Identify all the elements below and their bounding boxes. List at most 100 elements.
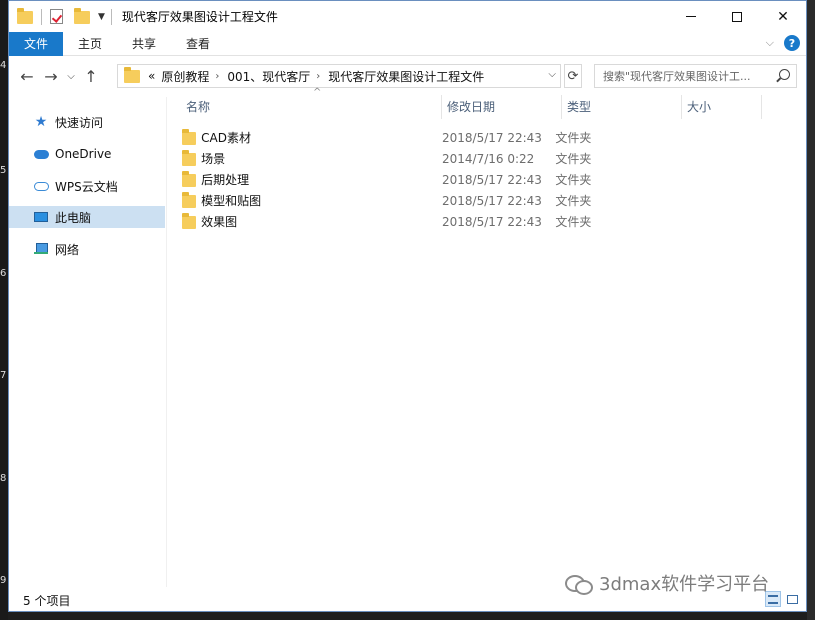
sidebar-item-wps-cloud[interactable]: WPS云文档 <box>9 175 165 197</box>
tab-share[interactable]: 共享 <box>117 32 171 56</box>
file-date: 2018/5/17 22:43 <box>442 193 542 208</box>
table-row[interactable]: 场景 2014/7/16 0:22 文件夹 <box>182 148 612 169</box>
close-button[interactable]: ✕ <box>760 1 806 32</box>
column-header-type[interactable]: 类型 <box>567 91 591 121</box>
sidebar-item-label: WPS云文档 <box>55 179 118 194</box>
watermark: 3dmax软件学习平台 <box>565 570 769 596</box>
folder-icon <box>182 192 197 208</box>
file-date: 2018/5/17 22:43 <box>442 172 542 187</box>
large-icons-view-button[interactable] <box>784 591 800 607</box>
tab-view[interactable]: 查看 <box>171 32 225 56</box>
column-divider[interactable] <box>761 95 762 119</box>
sort-ascending-icon: ^ <box>313 87 322 98</box>
column-divider[interactable] <box>681 95 682 119</box>
folder-icon <box>182 171 197 187</box>
column-divider[interactable] <box>441 95 442 119</box>
recent-locations-chevron-icon[interactable]: ⌵ <box>63 64 79 88</box>
tab-home[interactable]: 主页 <box>63 32 117 56</box>
navigation-bar: ← → ⌵ ↑ « 原创教程 › 001、现代客厅 › 现代客厅效果图设计工程文… <box>9 61 806 91</box>
customize-toolbar-dropdown[interactable]: ▼ <box>98 12 105 22</box>
file-type: 文件夹 <box>555 215 592 229</box>
properties-icon[interactable] <box>50 8 66 25</box>
column-header-name[interactable]: 名称 <box>186 91 210 121</box>
column-divider[interactable] <box>561 95 562 119</box>
ribbon-controls: ⌵ ? <box>766 35 800 51</box>
address-bar[interactable]: « 原创教程 › 001、现代客厅 › 现代客厅效果图设计工程文件 ⌵ <box>117 64 561 88</box>
table-row[interactable]: 模型和贴图 2018/5/17 22:43 文件夹 <box>182 190 612 211</box>
maximize-icon <box>732 11 742 22</box>
file-type: 文件夹 <box>555 152 592 166</box>
desktop-edge-label: 5 <box>0 165 7 176</box>
forward-arrow-icon[interactable]: → <box>39 64 63 88</box>
network-icon <box>33 242 49 256</box>
desktop-edge-label: 4 <box>0 60 7 71</box>
breadcrumb-chevron-icon[interactable]: › <box>215 71 219 82</box>
column-header-size[interactable]: 大小 <box>687 91 711 121</box>
folder-icon <box>182 150 197 166</box>
breadcrumb-chevron-icon[interactable]: › <box>316 71 320 82</box>
wechat-icon <box>565 573 593 595</box>
onedrive-icon <box>33 147 49 161</box>
tab-file[interactable]: 文件 <box>9 31 64 56</box>
search-box[interactable] <box>594 64 797 88</box>
refresh-button[interactable]: ⟳ <box>564 64 582 88</box>
search-icon[interactable] <box>779 69 790 80</box>
folder-icon <box>124 66 140 83</box>
file-name: CAD素材 <box>201 131 252 145</box>
table-row[interactable]: 后期处理 2018/5/17 22:43 文件夹 <box>182 169 612 190</box>
navigation-pane: ★ 快速访问 OneDrive WPS云文档 此电脑 网络 <box>9 97 167 587</box>
table-row[interactable]: CAD素材 2018/5/17 22:43 文件夹 <box>182 127 612 148</box>
minimize-icon <box>686 16 696 17</box>
sidebar-item-label: 快速访问 <box>55 115 104 130</box>
title-bar[interactable]: ▼ 现代客厅效果图设计工程文件 ✕ <box>9 1 806 32</box>
breadcrumb-item[interactable]: 现代客厅效果图设计工程文件 <box>328 68 484 85</box>
help-icon[interactable]: ? <box>784 35 800 51</box>
window-controls: ✕ <box>668 1 806 32</box>
file-date: 2014/7/16 0:22 <box>442 151 535 166</box>
toolbar-divider <box>41 8 42 25</box>
folder-icon <box>182 129 197 145</box>
expand-ribbon-chevron-icon[interactable]: ⌵ <box>766 36 774 50</box>
sidebar-item-network[interactable]: 网络 <box>9 238 165 260</box>
search-input[interactable] <box>603 69 771 83</box>
minimize-button[interactable] <box>668 1 714 32</box>
sidebar-item-this-pc[interactable]: 此电脑 <box>9 206 165 228</box>
desktop-edge: 4 5 6 7 8 9 <box>0 0 8 620</box>
ribbon-tabs: 文件 主页 共享 查看 ⌵ ? <box>9 31 806 56</box>
details-view-icon <box>768 594 778 604</box>
file-type: 文件夹 <box>555 194 592 208</box>
new-folder-icon[interactable] <box>74 7 90 25</box>
sidebar-item-quick-access[interactable]: ★ 快速访问 <box>9 111 165 133</box>
breadcrumb-overflow[interactable]: « <box>148 69 155 83</box>
file-name: 后期处理 <box>201 173 250 187</box>
toolbar-divider <box>110 8 112 25</box>
file-type: 文件夹 <box>555 131 592 145</box>
up-arrow-icon[interactable]: ↑ <box>79 64 103 88</box>
address-dropdown-chevron-icon[interactable]: ⌵ <box>548 69 556 80</box>
file-name: 场景 <box>201 152 226 166</box>
sidebar-item-label: 网络 <box>55 242 80 257</box>
folder-icon[interactable] <box>17 7 33 25</box>
breadcrumb-item[interactable]: 001、现代客厅 <box>227 68 310 85</box>
breadcrumb-item[interactable]: 原创教程 <box>161 68 209 85</box>
refresh-icon: ⟳ <box>567 68 579 84</box>
file-list: ^ 名称 修改日期 类型 大小 CAD素材 2018/5/17 22:43 文件… <box>172 87 806 587</box>
cloud-icon <box>33 179 49 193</box>
back-arrow-icon[interactable]: ← <box>15 64 39 88</box>
item-count: 5 个项目 <box>23 593 71 608</box>
desktop-edge-label: 7 <box>0 370 7 381</box>
quick-access-toolbar: ▼ <box>9 1 120 32</box>
maximize-button[interactable] <box>714 1 760 32</box>
desktop-edge-label: 6 <box>0 268 7 279</box>
window-title: 现代客厅效果图设计工程文件 <box>121 10 278 24</box>
star-icon: ★ <box>34 114 48 130</box>
sidebar-item-onedrive[interactable]: OneDrive <box>9 143 165 165</box>
folder-icon <box>182 213 197 229</box>
large-icons-view-icon <box>786 594 798 604</box>
file-name: 效果图 <box>201 215 238 229</box>
table-row[interactable]: 效果图 2018/5/17 22:43 文件夹 <box>182 211 612 232</box>
column-header-date[interactable]: 修改日期 <box>447 91 495 121</box>
file-type: 文件夹 <box>555 173 592 187</box>
file-name: 模型和贴图 <box>201 194 262 208</box>
watermark-text: 3dmax软件学习平台 <box>599 574 770 595</box>
